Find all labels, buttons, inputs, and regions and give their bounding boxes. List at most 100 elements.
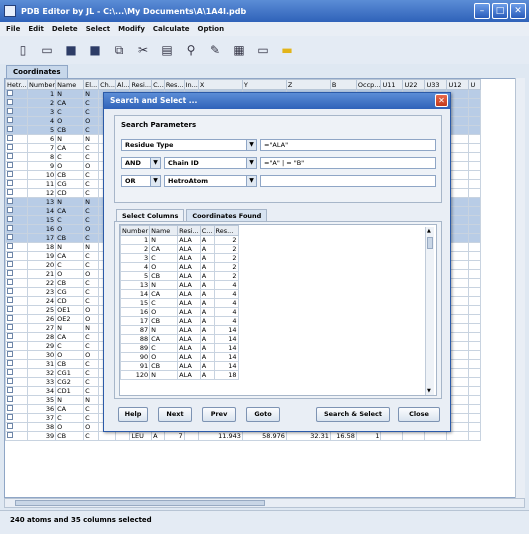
table-cell[interactable]: C (83, 278, 100, 288)
found-cell[interactable]: CA (149, 289, 179, 299)
hetero-checkbox-cell[interactable] (5, 332, 28, 342)
hetero-checkbox-cell[interactable] (5, 125, 28, 135)
table-cell[interactable]: O (83, 350, 100, 360)
hetero-checkbox-cell[interactable] (5, 377, 28, 387)
hetero-checkbox[interactable] (7, 162, 13, 168)
found-cell[interactable]: 3 (120, 253, 151, 263)
hetero-checkbox[interactable] (7, 126, 13, 132)
found-cell[interactable]: 14 (213, 352, 239, 362)
table-cell[interactable] (468, 179, 482, 189)
table-cell[interactable]: C (83, 251, 100, 261)
table-cell[interactable]: 1 (26, 89, 57, 99)
operator-select-2[interactable]: AND ▼ (121, 157, 161, 169)
table-cell[interactable]: 31 (26, 359, 57, 369)
table-cell[interactable]: 16.58 (329, 431, 357, 441)
found-cell[interactable]: ALA (177, 316, 201, 326)
table-cell[interactable] (468, 242, 482, 252)
found-cell[interactable]: A (199, 334, 215, 344)
table-cell[interactable]: 16 (26, 224, 57, 234)
table-cell[interactable]: 27 (26, 323, 57, 333)
hetero-checkbox[interactable] (7, 108, 13, 114)
table-cell[interactable]: 7 (26, 143, 57, 153)
found-cell[interactable]: ALA (177, 370, 201, 380)
found-cell[interactable]: N (149, 325, 179, 335)
hetero-checkbox[interactable] (7, 423, 13, 429)
dialog-close-icon[interactable]: ✕ (435, 94, 448, 107)
menu-select[interactable]: Select (86, 25, 110, 33)
table-cell[interactable]: CD1 (55, 386, 85, 396)
table-cell[interactable]: C (83, 206, 100, 216)
hetero-checkbox[interactable] (7, 270, 13, 276)
found-cell[interactable]: C (149, 253, 179, 263)
table-cell[interactable]: O (83, 224, 100, 234)
found-cell[interactable]: A (199, 289, 215, 299)
table-cell[interactable] (468, 296, 482, 306)
hetero-checkbox[interactable] (7, 396, 13, 402)
table-cell[interactable]: C (83, 215, 100, 225)
hetero-checkbox-cell[interactable] (5, 404, 28, 414)
table-cell[interactable] (468, 233, 482, 243)
condition-field-1[interactable]: ="ALA" (260, 139, 436, 151)
table-cell[interactable] (468, 422, 482, 432)
hetero-checkbox-cell[interactable] (5, 413, 28, 423)
table-cell[interactable]: 2 (26, 98, 57, 108)
found-row[interactable]: 14 CA ALA A 4 (120, 289, 239, 299)
found-cell[interactable]: 13 (120, 280, 151, 290)
hetero-checkbox[interactable] (7, 378, 13, 384)
found-cell[interactable]: 2 (213, 235, 239, 245)
hetero-checkbox-cell[interactable] (5, 107, 28, 117)
search-icon[interactable]: ⚲ (182, 41, 200, 59)
table-cell[interactable]: CG (55, 287, 85, 297)
table-cell[interactable] (424, 431, 448, 441)
condition-field-2[interactable]: ="A" | = "B" (260, 157, 436, 169)
table-cell[interactable] (468, 305, 482, 315)
table-cell[interactable]: C (83, 413, 100, 423)
table-cell[interactable]: 10 (26, 170, 57, 180)
found-cell[interactable]: O (149, 352, 179, 362)
found-cell[interactable]: 4 (213, 289, 239, 299)
found-cell[interactable]: A (199, 235, 215, 245)
table-cell[interactable] (468, 206, 482, 216)
found-row[interactable]: 5 CB ALA A 2 (120, 271, 239, 281)
hetero-checkbox-cell[interactable] (5, 269, 28, 279)
field-select-3[interactable]: HetroAtom ▼ (164, 175, 257, 187)
save-icon[interactable]: ■ (62, 41, 80, 59)
table-cell[interactable]: N (55, 134, 85, 144)
table-cell[interactable]: C (83, 377, 100, 387)
hetero-checkbox-cell[interactable] (5, 197, 28, 207)
table-cell[interactable]: CB (55, 125, 85, 135)
table-cell[interactable]: C (83, 287, 100, 297)
hetero-checkbox-cell[interactable] (5, 188, 28, 198)
maximize-button[interactable]: □ (492, 3, 508, 19)
found-cell[interactable]: A (199, 316, 215, 326)
hetero-checkbox[interactable] (7, 198, 13, 204)
found-column-header[interactable]: C... (199, 225, 215, 236)
found-cell[interactable]: 120 (120, 370, 151, 380)
table-cell[interactable]: C (83, 188, 100, 198)
hetero-checkbox-cell[interactable] (5, 179, 28, 189)
found-cell[interactable]: C (149, 343, 179, 353)
grid-vertical-scrollbar[interactable] (515, 78, 525, 498)
table-cell[interactable]: O (55, 350, 85, 360)
hetero-checkbox-cell[interactable] (5, 287, 28, 297)
table-cell[interactable]: 8 (26, 152, 57, 162)
operator-select-3[interactable]: OR ▼ (121, 175, 161, 187)
found-cell[interactable]: 2 (213, 253, 239, 263)
field-select-2[interactable]: Chain ID ▼ (164, 157, 257, 169)
hetero-checkbox[interactable] (7, 387, 13, 393)
hetero-checkbox-cell[interactable] (5, 233, 28, 243)
table-cell[interactable] (468, 107, 482, 117)
found-cell[interactable]: N (149, 235, 179, 245)
found-cell[interactable]: 2 (213, 244, 239, 254)
table-cell[interactable] (468, 350, 482, 360)
table-cell[interactable] (468, 323, 482, 333)
found-vertical-scrollbar[interactable]: ▲ ▼ (425, 227, 434, 395)
hetero-checkbox[interactable] (7, 297, 13, 303)
hetero-checkbox[interactable] (7, 117, 13, 123)
table-cell[interactable]: 4 (26, 116, 57, 126)
table-cell[interactable] (468, 431, 482, 441)
table-cell[interactable]: C (83, 341, 100, 351)
hetero-checkbox[interactable] (7, 405, 13, 411)
found-cell[interactable]: 87 (120, 325, 151, 335)
menu-calculate[interactable]: Calculate (153, 25, 190, 33)
